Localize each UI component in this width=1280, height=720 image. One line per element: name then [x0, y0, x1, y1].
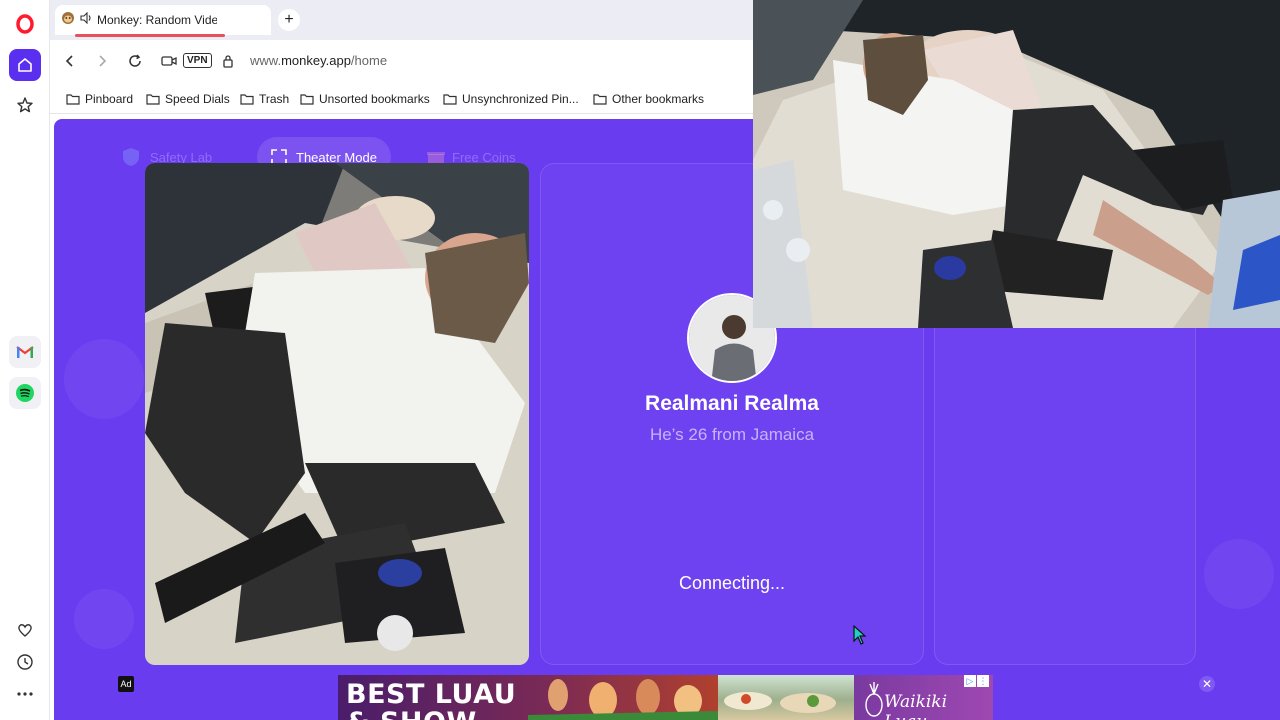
folder-icon — [593, 94, 607, 105]
local-video — [145, 163, 529, 665]
bookmark-pinboard[interactable]: Pinboard — [66, 90, 133, 108]
close-icon[interactable]: ✕ — [1199, 676, 1215, 692]
folder-icon — [443, 94, 457, 105]
opera-sidebar — [0, 0, 50, 720]
tab-monkey[interactable]: Monkey: Random Video Chat — [55, 5, 271, 37]
ad-brand-panel: Waikiki Luau ▷⋮ — [854, 675, 993, 720]
browser-window: Monkey: Random Video Chat + VPN www.monk… — [0, 0, 1280, 720]
ad-headline: BEST LUAU — [346, 679, 517, 710]
back-icon[interactable] — [60, 51, 80, 71]
background-blob — [1204, 539, 1274, 609]
ad-brand: Waikiki Luau — [884, 692, 948, 720]
star-icon[interactable] — [9, 89, 41, 121]
ad-label: Ad — [118, 676, 134, 692]
bookmark-other[interactable]: Other bookmarks — [593, 90, 704, 108]
plus-icon[interactable]: + — [278, 9, 300, 31]
background-blob — [64, 339, 144, 419]
opera-logo-icon[interactable] — [9, 8, 41, 40]
adchoices-icon[interactable]: ▷ ⋮ — [964, 675, 989, 687]
reload-icon[interactable] — [125, 51, 145, 71]
history-icon[interactable] — [9, 646, 41, 678]
speaker-icon[interactable] — [80, 11, 93, 29]
folder-icon — [240, 94, 254, 105]
folder-icon — [146, 94, 160, 105]
bookmark-unsorted[interactable]: Unsorted bookmarks — [300, 90, 430, 108]
connection-status: Connecting... — [678, 573, 786, 593]
spotify-icon[interactable] — [9, 377, 41, 409]
url-field[interactable]: www.monkey.app/home — [250, 53, 387, 68]
pineapple-icon — [865, 682, 883, 717]
folder-icon — [66, 94, 80, 105]
match-subtitle: He’s 26 from Jamaica — [649, 425, 815, 444]
match-name: Realmani Realma — [645, 392, 819, 415]
more-icon[interactable] — [9, 678, 41, 710]
pip-video-overlay[interactable] — [753, 0, 1280, 328]
ad-performers-image — [528, 679, 718, 720]
heart-icon[interactable] — [9, 614, 41, 646]
tab-title: Monkey: Random Video Chat — [97, 13, 217, 27]
ad-headline-line2: & SHOW — [346, 707, 477, 720]
forward-icon[interactable] — [92, 51, 112, 71]
tab-audio-indicator — [75, 34, 225, 37]
folder-icon — [300, 94, 314, 105]
background-blob — [74, 589, 134, 649]
monkey-icon — [61, 11, 75, 30]
bookmark-speed-dials[interactable]: Speed Dials — [146, 90, 230, 108]
lock-icon[interactable] — [218, 51, 238, 71]
ad-banner[interactable]: BEST LUAU & SHOW — [338, 675, 993, 720]
ad-food-image — [718, 675, 854, 720]
bookmark-unsynchronized[interactable]: Unsynchronized Pin... — [443, 90, 579, 108]
ad-panel-show: BEST LUAU & SHOW — [338, 675, 718, 720]
bookmark-trash[interactable]: Trash — [240, 90, 289, 108]
camera-icon[interactable] — [159, 51, 179, 71]
home-icon[interactable] — [9, 49, 41, 81]
mouse-cursor-icon — [853, 624, 867, 650]
shield-icon — [123, 148, 139, 166]
vpn-badge[interactable]: VPN — [183, 53, 212, 68]
gmail-icon[interactable] — [9, 336, 41, 368]
